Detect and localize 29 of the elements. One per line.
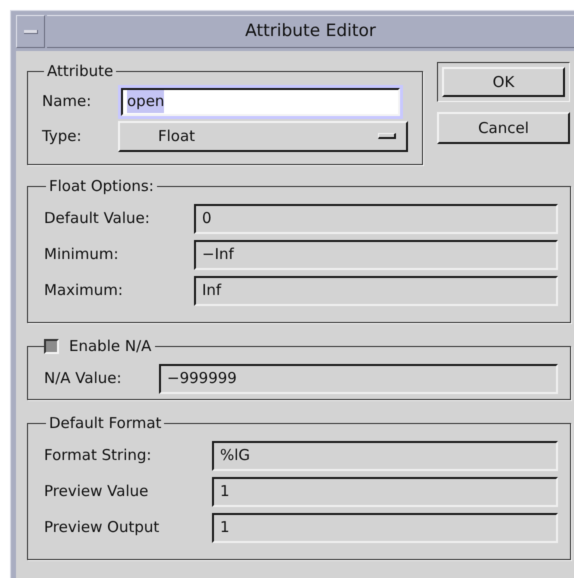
group-title: Float Options: xyxy=(48,176,155,197)
name-field[interactable]: open xyxy=(118,84,403,118)
field-label: Default Value: xyxy=(44,208,151,230)
field-label: Name: xyxy=(42,91,92,112)
field-label: Preview Value xyxy=(44,481,150,502)
field-label: Minimum: xyxy=(44,244,120,266)
field-label: Preview Output xyxy=(44,517,160,538)
dialog-button[interactable]: OK xyxy=(442,67,565,97)
group-title: Attribute xyxy=(46,61,114,82)
text-field[interactable]: −999999 xyxy=(159,364,558,394)
minus-icon xyxy=(24,30,38,34)
checkbox-label: Enable N/A xyxy=(69,336,152,357)
text-field[interactable]: 1 xyxy=(212,512,558,542)
window-title: Attribute Editor xyxy=(245,20,376,43)
text-field[interactable]: 1 xyxy=(212,476,558,506)
dropdown-icon xyxy=(378,133,396,139)
checkbox[interactable] xyxy=(44,338,59,354)
field-label: Maximum: xyxy=(44,280,124,302)
field-label: Format String: xyxy=(44,445,152,466)
text-field[interactable]: %lG xyxy=(212,440,558,470)
text-field[interactable]: 0 xyxy=(194,204,558,234)
type-dropdown[interactable]: Float xyxy=(118,120,408,152)
group-title: Default Format xyxy=(48,413,162,434)
text-field[interactable]: −Inf xyxy=(194,240,558,270)
field-label: N/A Value: xyxy=(44,368,123,390)
dialog-button[interactable]: Cancel xyxy=(437,112,570,144)
window-menu-button[interactable] xyxy=(16,15,45,48)
text-field[interactable]: Inf xyxy=(194,276,558,306)
field-label: Type: xyxy=(42,126,83,147)
